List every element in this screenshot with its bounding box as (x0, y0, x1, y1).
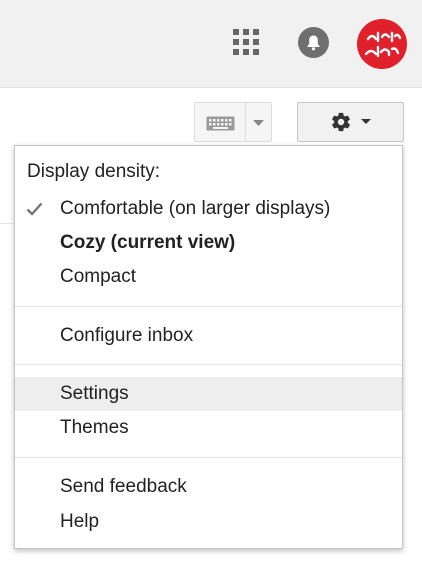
notifications-bell-icon[interactable] (298, 27, 329, 58)
apps-grid-icon[interactable] (233, 29, 260, 56)
themes-item[interactable]: Themes (15, 411, 402, 445)
menu-separator (15, 364, 402, 365)
density-cozy-label: Cozy (current view) (60, 232, 236, 253)
density-comfortable-label: Comfortable (on larger displays) (60, 198, 331, 219)
settings-label: Settings (60, 383, 129, 404)
send-feedback-item[interactable]: Send feedback (15, 470, 402, 504)
density-cozy[interactable]: Cozy (current view) (15, 226, 402, 260)
avatar-logo (357, 19, 407, 69)
button-separator (245, 103, 246, 141)
keyboard-icon (206, 116, 235, 131)
settings-button[interactable] (297, 102, 404, 142)
gear-icon (332, 112, 350, 132)
account-avatar[interactable] (357, 19, 407, 69)
top-bar (0, 0, 422, 88)
settings-dropdown-menu: Display density: Comfortable (on larger … (14, 145, 403, 549)
display-density-heading: Display density: (27, 161, 161, 182)
help-label: Help (60, 511, 100, 532)
density-compact-label: Compact (60, 266, 137, 287)
check-icon (26, 202, 43, 216)
themes-label: Themes (60, 417, 129, 438)
help-item[interactable]: Help (15, 505, 402, 539)
density-compact[interactable]: Compact (15, 260, 402, 294)
chevron-down-icon (361, 119, 371, 124)
input-tools-button[interactable] (194, 102, 272, 142)
settings-item[interactable]: Settings (15, 377, 402, 411)
chevron-down-icon[interactable] (253, 120, 264, 126)
density-comfortable[interactable]: Comfortable (on larger displays) (15, 192, 402, 226)
configure-inbox-label: Configure inbox (60, 325, 194, 346)
configure-inbox-item[interactable]: Configure inbox (15, 319, 402, 353)
send-feedback-label: Send feedback (60, 476, 187, 497)
menu-separator (15, 306, 402, 307)
menu-separator (15, 457, 402, 458)
